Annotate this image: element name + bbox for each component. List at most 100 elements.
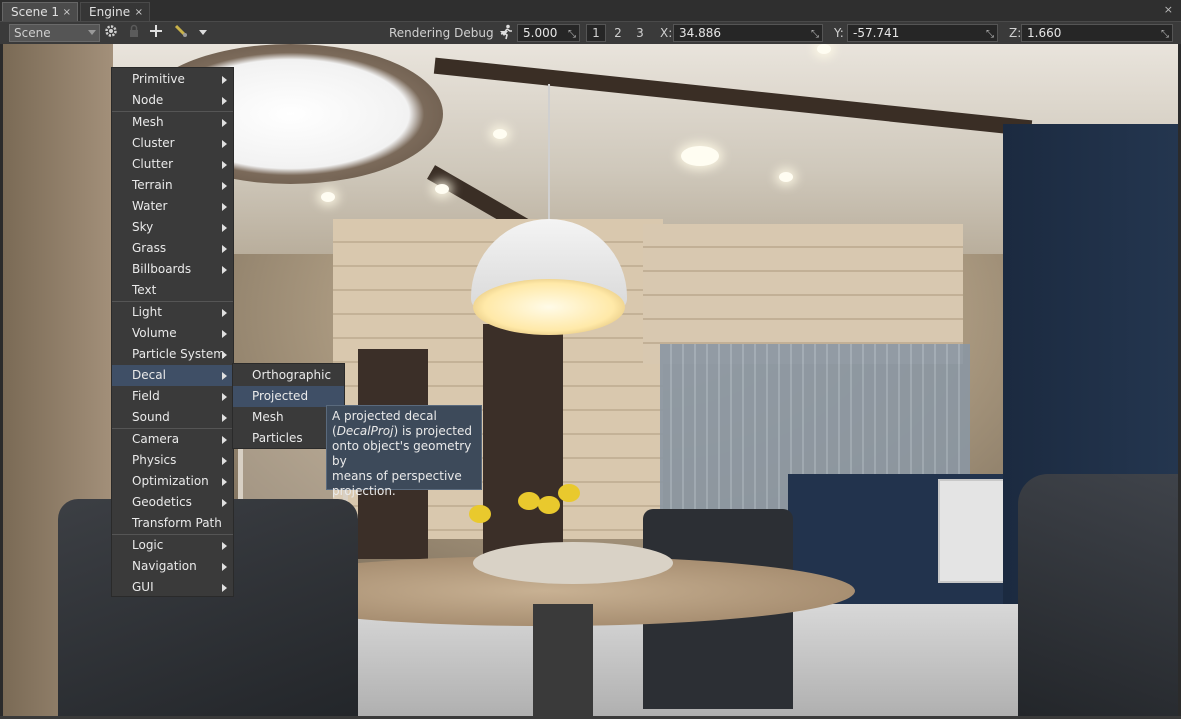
menu-item-label: Sky [132, 220, 154, 234]
move-icon[interactable] [147, 24, 165, 42]
tab-label: Scene 1 [11, 5, 60, 19]
table-cloth [473, 542, 673, 584]
tab-scene-1[interactable]: Scene 1 × [2, 2, 78, 21]
expand-icon[interactable]: ⤡ [1161, 27, 1169, 43]
submenu-arrow-icon [222, 563, 227, 571]
menu-item-label: Terrain [132, 178, 173, 192]
menu-item-sound[interactable]: Sound [112, 407, 233, 428]
z-label: Z: [1009, 26, 1022, 40]
z-coordinate-value: 1.660 [1027, 26, 1062, 40]
lemon [518, 492, 540, 510]
expand-icon[interactable]: ⤡ [568, 27, 576, 43]
submenu-arrow-icon [222, 76, 227, 84]
submenu-arrow-icon [222, 266, 227, 274]
window-close-icon[interactable]: × [1164, 3, 1173, 16]
submenu-arrow-icon [222, 457, 227, 465]
menu-item-transform-path[interactable]: Transform Path [112, 513, 233, 534]
submenu-arrow-icon [222, 245, 227, 253]
lamp-light [473, 279, 625, 335]
menu-item-label: Transform Path [132, 516, 222, 530]
submenu-arrow-icon [222, 584, 227, 592]
menu-item-clutter[interactable]: Clutter [112, 154, 233, 175]
rendering-debug-label: Rendering Debug [389, 26, 494, 40]
menu-item-label: Light [132, 305, 162, 319]
menu-item-node[interactable]: Node [112, 90, 233, 111]
submenu-item-orthographic[interactable]: Orthographic [233, 365, 344, 386]
menu-item-particle-system[interactable]: Particle System [112, 344, 233, 365]
menu-item-label: Physics [132, 453, 177, 467]
submenu-item-projected[interactable]: Projected [233, 386, 344, 407]
tooltip-text: ) is projected [393, 424, 472, 438]
menu-item-label: Navigation [132, 559, 197, 573]
ceiling-spotlight [779, 172, 793, 182]
menu-item-label: GUI [132, 580, 154, 594]
expand-icon[interactable]: ⤡ [811, 27, 819, 43]
menu-item-label: Particle System [132, 347, 225, 361]
rendering-debug-dropdown[interactable]: Rendering Debug [389, 25, 508, 41]
menu-item-mesh[interactable]: Mesh [112, 112, 233, 133]
table-base [533, 604, 593, 716]
lock-icon[interactable] [125, 24, 143, 42]
menu-item-label: Sound [132, 410, 170, 424]
create-node-menu: Primitive Node Mesh Cluster Clutter Terr… [111, 67, 234, 597]
expand-icon[interactable]: ⤡ [986, 27, 994, 43]
menu-item-label: Optimization [132, 474, 209, 488]
menu-item-label: Field [132, 389, 160, 403]
menu-item-terrain[interactable]: Terrain [112, 175, 233, 196]
tooltip-line: (DecalProj) is projected [332, 424, 476, 439]
z-coordinate-field[interactable]: 1.660 ⤡ [1021, 24, 1173, 42]
menu-item-grass[interactable]: Grass [112, 238, 233, 259]
menu-item-label: Text [132, 283, 157, 297]
submenu-arrow-icon [222, 182, 227, 190]
tab-label: Engine [89, 5, 131, 19]
submenu-arrow-icon [222, 224, 227, 232]
snap-icon[interactable] [172, 24, 190, 42]
menu-item-label: Camera [132, 432, 180, 446]
menu-item-gui[interactable]: GUI [112, 577, 233, 598]
menu-item-logic[interactable]: Logic [112, 535, 233, 556]
menu-item-light[interactable]: Light [112, 302, 233, 323]
submenu-arrow-icon [222, 119, 227, 127]
menu-item-camera[interactable]: Camera [112, 429, 233, 450]
view-button-3[interactable]: 3 [630, 24, 650, 42]
menu-item-text[interactable]: Text [112, 280, 233, 301]
x-coordinate-field[interactable]: 34.886 ⤡ [673, 24, 823, 42]
menu-item-sky[interactable]: Sky [112, 217, 233, 238]
menu-item-label: Geodetics [132, 495, 192, 509]
submenu-arrow-icon [222, 161, 227, 169]
menu-item-label: Clutter [132, 157, 174, 171]
camera-select[interactable]: Scene Camera [9, 24, 100, 56]
menu-item-physics[interactable]: Physics [112, 450, 233, 471]
dropdown-icon[interactable] [194, 24, 212, 42]
menu-item-billboards[interactable]: Billboards [112, 259, 233, 280]
menu-item-cluster[interactable]: Cluster [112, 133, 233, 154]
y-coordinate-field[interactable]: -57.741 ⤡ [847, 24, 998, 42]
lemon [469, 505, 491, 523]
menu-item-primitive[interactable]: Primitive [112, 69, 233, 90]
menu-item-water[interactable]: Water [112, 196, 233, 217]
menu-item-label: Billboards [132, 262, 192, 276]
menu-item-geodetics[interactable]: Geodetics [112, 492, 233, 513]
view-button-2[interactable]: 2 [608, 24, 628, 42]
menu-item-label: Decal [132, 368, 166, 382]
submenu-arrow-icon [222, 436, 227, 444]
scene-door [483, 324, 563, 554]
gear-icon[interactable] [102, 24, 120, 42]
menu-item-field[interactable]: Field [112, 386, 233, 407]
chevron-down-icon [88, 30, 96, 35]
lamp-cord [548, 84, 550, 224]
menu-item-volume[interactable]: Volume [112, 323, 233, 344]
menu-item-optimization[interactable]: Optimization [112, 471, 233, 492]
menu-item-label: Cluster [132, 136, 175, 150]
close-icon[interactable]: × [63, 3, 71, 22]
tab-engine[interactable]: Engine × [80, 2, 150, 21]
y-coordinate-value: -57.741 [853, 26, 900, 40]
ceiling-spotlight [435, 184, 449, 194]
ceiling-spotlight [681, 146, 719, 166]
close-icon[interactable]: × [135, 3, 143, 22]
view-button-1[interactable]: 1 [586, 24, 606, 42]
camera-speed-field[interactable]: 5.000 ⤡ [517, 24, 580, 42]
menu-item-navigation[interactable]: Navigation [112, 556, 233, 577]
dining-chair [1018, 474, 1178, 716]
menu-item-decal[interactable]: Decal [112, 365, 233, 386]
